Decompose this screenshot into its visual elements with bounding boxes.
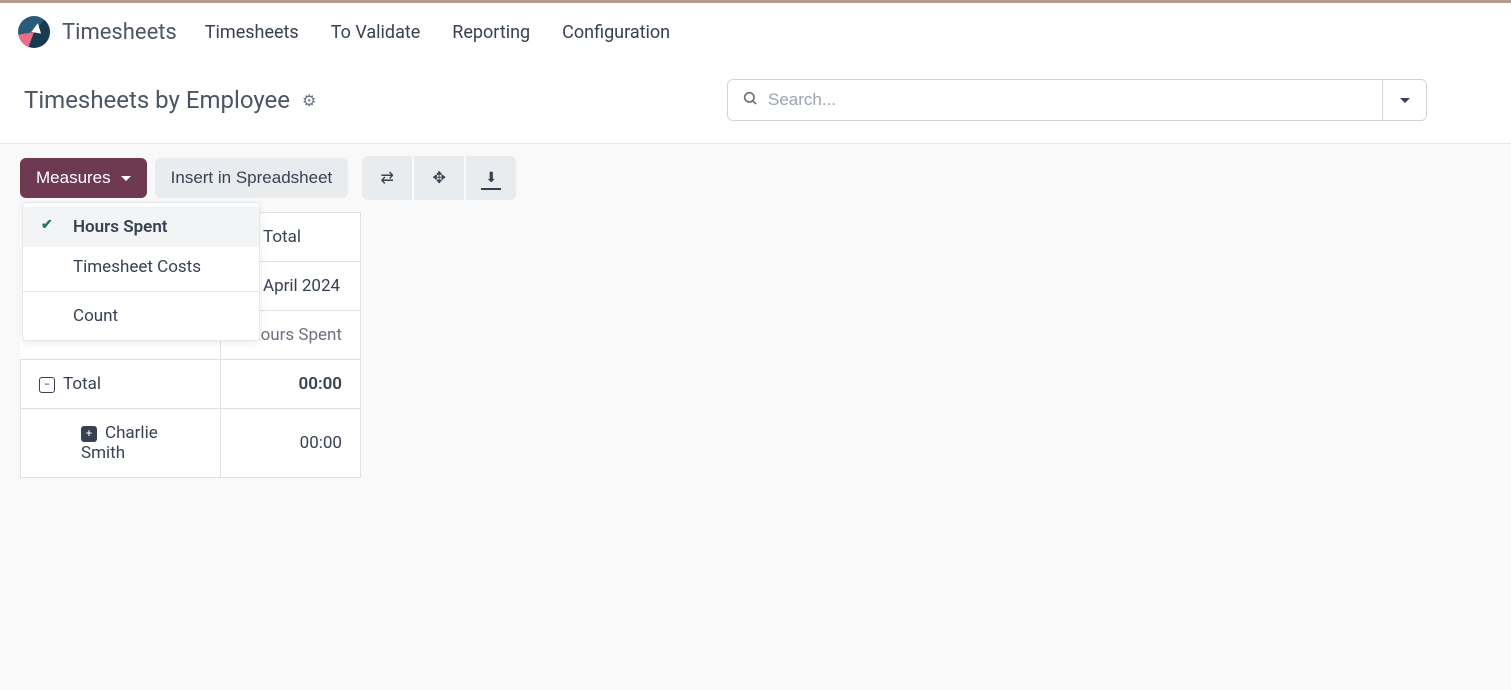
- pivot-icon-buttons: [362, 156, 516, 200]
- measures-dropdown: ✔ Hours Spent Timesheet Costs Count: [22, 202, 260, 341]
- pivot-row-employee-value: 00:00: [221, 409, 361, 478]
- col-total-label: Total: [263, 227, 301, 247]
- insert-spreadsheet-button[interactable]: Insert in Spreadsheet: [155, 158, 349, 198]
- measure-option-label: Count: [73, 306, 118, 326]
- nav-link-reporting[interactable]: Reporting: [452, 22, 530, 43]
- page-title-wrap: Timesheets by Employee ⚙: [24, 86, 316, 114]
- move-icon: [433, 168, 446, 188]
- measures-label: Measures: [36, 168, 111, 188]
- measures-button[interactable]: Measures: [20, 158, 147, 198]
- search-input[interactable]: [768, 90, 1368, 110]
- measure-option-timesheet-costs[interactable]: Timesheet Costs: [23, 247, 259, 287]
- nav-link-configuration[interactable]: Configuration: [562, 22, 670, 43]
- plus-icon: +: [81, 426, 97, 442]
- pivot-row-employee-label[interactable]: +Charlie Smith: [21, 409, 221, 478]
- search-icon: [742, 90, 758, 110]
- measure-option-label: Hours Spent: [73, 217, 168, 237]
- download-button[interactable]: [466, 156, 516, 200]
- search-input-wrap[interactable]: [727, 79, 1383, 121]
- nav-link-timesheets[interactable]: Timesheets: [205, 22, 299, 43]
- toolbar: Measures Insert in Spreadsheet ✔ Hours S…: [0, 144, 1511, 212]
- gear-icon[interactable]: ⚙: [302, 91, 316, 110]
- page-title: Timesheets by Employee: [24, 86, 290, 114]
- app-brand[interactable]: Timesheets: [18, 16, 177, 48]
- pivot-row-total: −Total 00:00: [21, 360, 361, 409]
- measure-option-label: Timesheet Costs: [73, 257, 201, 277]
- dropdown-divider: [23, 291, 259, 292]
- swap-icon: [381, 168, 394, 188]
- measure-option-count[interactable]: Count: [23, 296, 259, 336]
- search-area: [727, 79, 1427, 121]
- measure-option-hours-spent[interactable]: ✔ Hours Spent: [23, 207, 259, 247]
- pivot-row-total-value: 00:00: [221, 360, 361, 409]
- app-logo-icon: [18, 16, 50, 48]
- nav-links: Timesheets To Validate Reporting Configu…: [205, 22, 670, 43]
- navbar: Timesheets Timesheets To Validate Report…: [0, 3, 1511, 61]
- caret-down-icon: [121, 176, 131, 181]
- minus-icon: −: [39, 377, 55, 393]
- pivot-row-employee: +Charlie Smith 00:00: [21, 409, 361, 478]
- flip-axis-button[interactable]: [362, 156, 412, 200]
- app-name: Timesheets: [62, 20, 177, 45]
- expand-all-button[interactable]: [414, 156, 464, 200]
- row-label: Total: [63, 374, 101, 394]
- insert-label: Insert in Spreadsheet: [171, 168, 333, 188]
- download-icon: [485, 169, 497, 187]
- col-period-label: April 2024: [263, 276, 340, 296]
- search-options-toggle[interactable]: [1383, 79, 1427, 121]
- nav-link-to-validate[interactable]: To Validate: [331, 22, 421, 43]
- page-header: Timesheets by Employee ⚙: [0, 61, 1511, 144]
- pivot-row-total-label[interactable]: −Total: [21, 360, 221, 409]
- check-icon: ✔: [41, 217, 53, 233]
- caret-down-icon: [1400, 98, 1410, 103]
